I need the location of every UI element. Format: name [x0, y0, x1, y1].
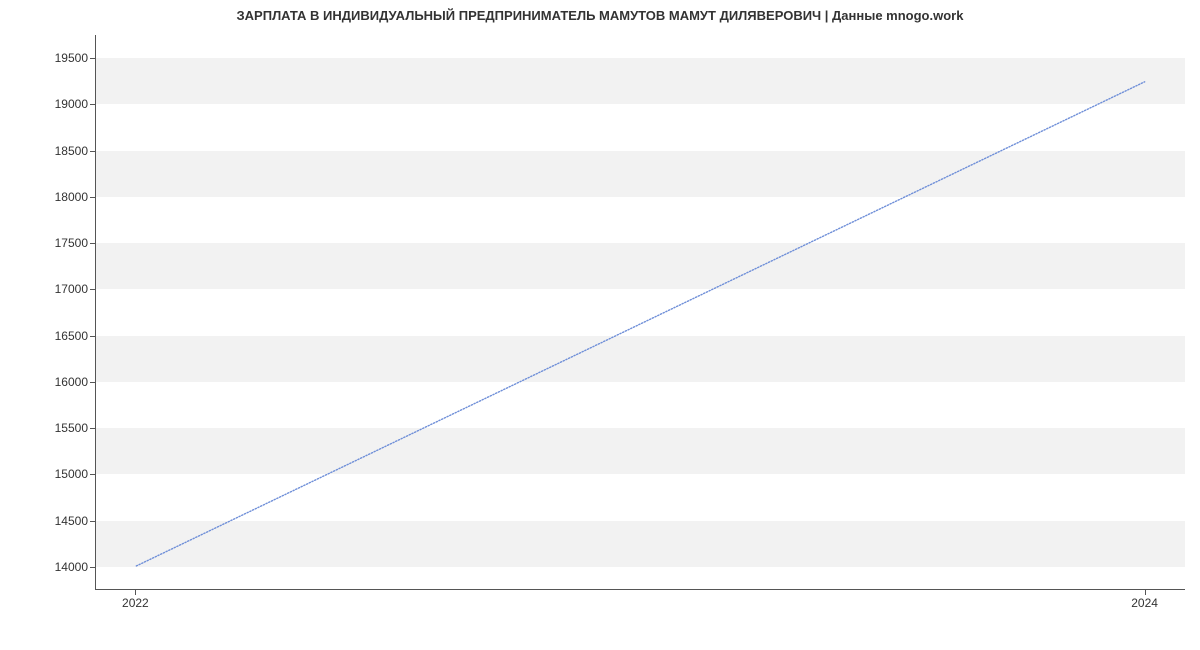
- y-tick-label: 17000: [8, 282, 88, 296]
- chart-container: ЗАРПЛАТА В ИНДИВИДУАЛЬНЫЙ ПРЕДПРИНИМАТЕЛ…: [0, 0, 1200, 650]
- y-tick-label: 19500: [8, 51, 88, 65]
- plot-area: [95, 35, 1185, 590]
- y-tick-label: 16500: [8, 329, 88, 343]
- y-tick-label: 18500: [8, 144, 88, 158]
- x-tick-mark: [135, 590, 136, 595]
- y-tick-label: 19000: [8, 97, 88, 111]
- chart-title: ЗАРПЛАТА В ИНДИВИДУАЛЬНЫЙ ПРЕДПРИНИМАТЕЛ…: [0, 8, 1200, 23]
- y-tick-label: 14500: [8, 514, 88, 528]
- y-tick-label: 15500: [8, 421, 88, 435]
- x-tick-label: 2022: [122, 596, 149, 610]
- y-tick-label: 16000: [8, 375, 88, 389]
- line-series: [96, 35, 1185, 589]
- y-tick-label: 15000: [8, 467, 88, 481]
- y-tick-label: 14000: [8, 560, 88, 574]
- y-tick-label: 18000: [8, 190, 88, 204]
- x-tick-label: 2024: [1131, 596, 1158, 610]
- y-tick-label: 17500: [8, 236, 88, 250]
- x-tick-mark: [1145, 590, 1146, 595]
